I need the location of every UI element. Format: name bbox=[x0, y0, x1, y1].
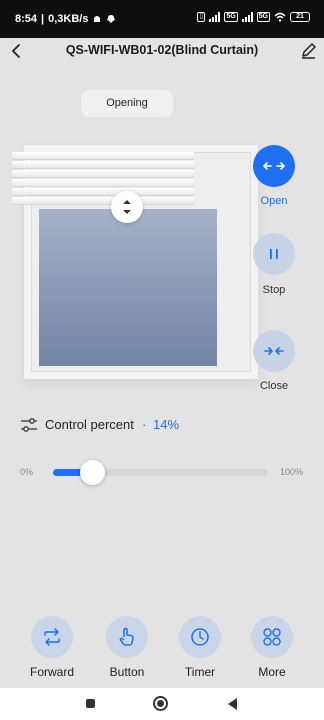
clock-icon bbox=[191, 628, 209, 646]
wifi-icon bbox=[274, 12, 286, 22]
control-percent-value: 14% bbox=[153, 417, 180, 432]
status-time: 8:54 bbox=[15, 13, 38, 25]
swap-arrows-icon bbox=[44, 628, 60, 646]
status-chip: Opening bbox=[81, 90, 173, 117]
grid-icon bbox=[263, 628, 281, 646]
close-button[interactable] bbox=[253, 330, 295, 372]
slider-thumb[interactable] bbox=[79, 460, 105, 485]
stop-label: Stop bbox=[262, 284, 286, 296]
notification-icon bbox=[94, 16, 101, 22]
status-separator: | bbox=[41, 13, 45, 25]
back-button[interactable] bbox=[228, 698, 237, 710]
window-glass bbox=[39, 209, 217, 366]
open-label: Open bbox=[260, 195, 288, 207]
timer-button[interactable] bbox=[179, 616, 221, 658]
status-left: 8:54 | 0,3KB/s bbox=[15, 13, 116, 25]
status-right: ▯ 5G 5G 21 bbox=[197, 12, 310, 22]
page-title: QS-WIFI-WB01-02(Blind Curtain) bbox=[65, 43, 259, 57]
network-speed: 0,3KB/s bbox=[48, 13, 89, 25]
more-label: More bbox=[258, 665, 286, 679]
open-button[interactable] bbox=[253, 145, 295, 187]
snapchat-icon bbox=[107, 15, 116, 23]
control-percent-separator: · bbox=[142, 417, 147, 432]
network-type-badge-2: 5G bbox=[256, 12, 270, 22]
hand-pointer-icon bbox=[119, 627, 134, 646]
more-button[interactable] bbox=[251, 616, 293, 658]
button-label: Button bbox=[109, 665, 145, 679]
status-bar: 8:54 | 0,3KB/s ▯ 5G 5G 21 bbox=[0, 0, 324, 38]
slider-max-label: 100% bbox=[280, 467, 304, 477]
battery-icon: 21 bbox=[290, 12, 310, 22]
forward-label: Forward bbox=[29, 665, 74, 679]
forward-button[interactable] bbox=[31, 616, 73, 658]
home-button[interactable] bbox=[153, 696, 168, 711]
signal-icon-1 bbox=[209, 12, 221, 22]
timer-label: Timer bbox=[184, 665, 216, 679]
pause-icon bbox=[270, 249, 278, 259]
close-label: Close bbox=[259, 380, 289, 392]
arrows-outward-icon bbox=[263, 162, 285, 170]
app-header: QS-WIFI-WB01-02(Blind Curtain) bbox=[0, 38, 324, 66]
sliders-icon bbox=[21, 418, 37, 432]
chevron-left-icon[interactable] bbox=[6, 40, 26, 62]
vibrate-icon: ▯ bbox=[197, 12, 206, 22]
system-nav-bar bbox=[0, 688, 324, 720]
signal-icon-2 bbox=[241, 12, 253, 22]
blind-drag-handle[interactable] bbox=[111, 191, 143, 223]
slider-min-label: 0% bbox=[20, 467, 34, 477]
up-down-arrows-icon bbox=[123, 200, 131, 214]
arrows-inward-icon bbox=[264, 347, 284, 355]
network-type-badge-1: 5G bbox=[224, 12, 238, 22]
blind-slats bbox=[12, 152, 194, 208]
stop-button[interactable] bbox=[253, 233, 295, 275]
recents-button[interactable] bbox=[86, 699, 95, 708]
button-button[interactable] bbox=[106, 616, 148, 658]
control-percent-label: Control percent bbox=[45, 417, 134, 432]
pencil-icon[interactable] bbox=[298, 40, 318, 62]
